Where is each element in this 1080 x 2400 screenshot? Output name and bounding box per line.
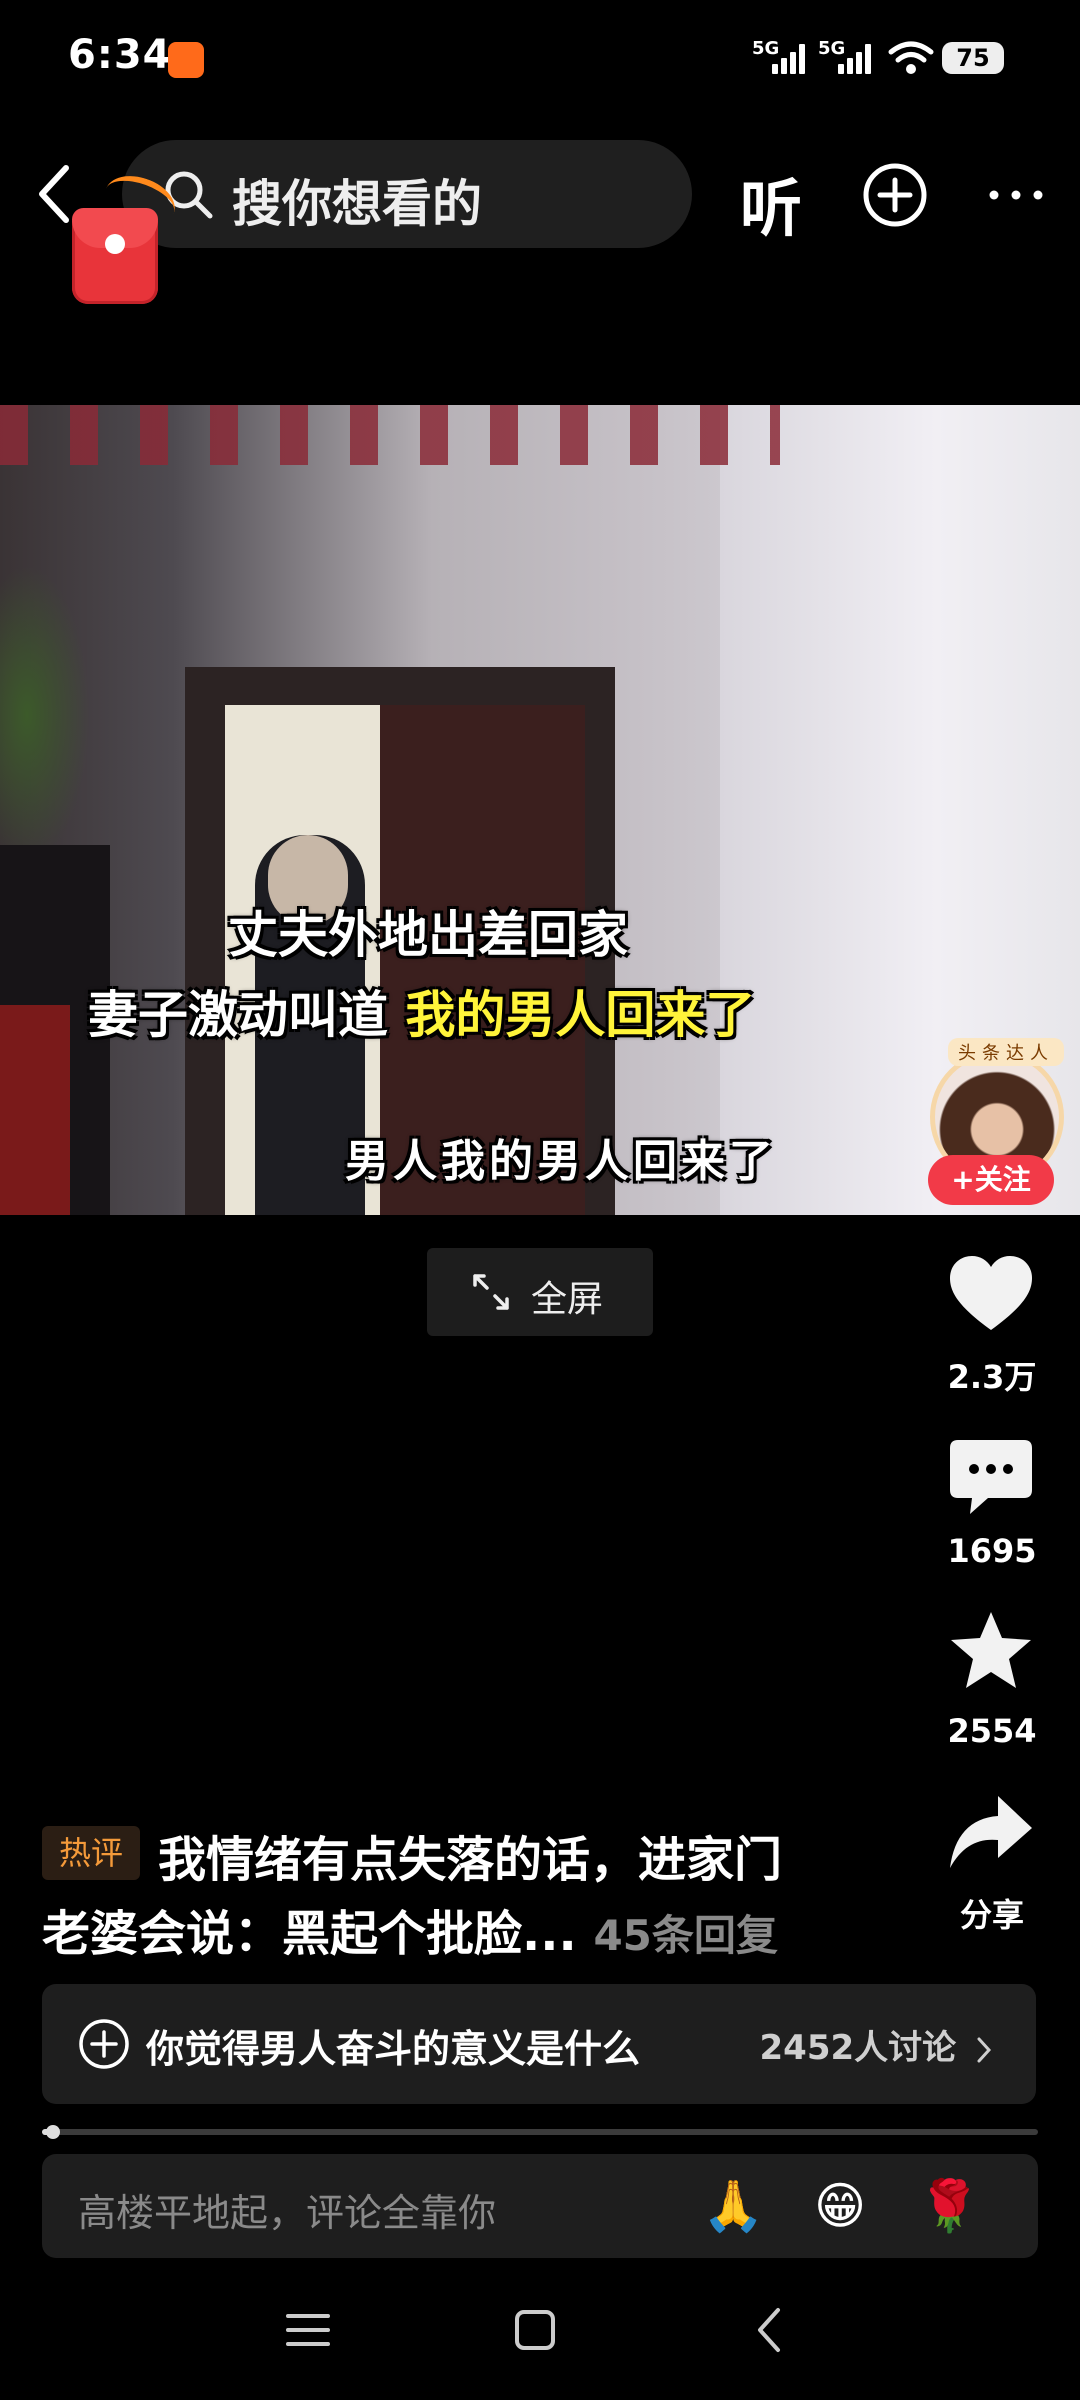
like-count: 2.3万 [947,1358,1037,1396]
pray-emoji-icon[interactable]: 🙏 [702,2176,764,2236]
discussion-topic[interactable]: 你觉得男人奋斗的意义是什么 2452人讨论 [42,1984,1036,2104]
video-subtitle-line1: 丈夫外地出差回家 [228,906,628,964]
app-notification-icon [168,42,204,78]
playback-progress-bar[interactable] [42,2125,1038,2139]
comment-icon[interactable] [948,1438,1034,1518]
status-time: 6:34 [68,32,172,78]
video-player[interactable]: 丈夫外地出差回家 妻子激动叫道 我的男人回来了 男人我的男人回来了 [0,405,1080,1215]
hot-comment-line1[interactable]: 我情绪有点失落的话，进家门 [158,1820,782,1890]
hot-comment-text: 老婆会说：黑起个批脸... [42,1906,577,1962]
status-bar: 6:34 5G 5G 75 [0,0,1080,120]
menu-nav-icon[interactable] [284,2300,332,2360]
plus-circle-small-icon [79,2019,129,2069]
like-heart-icon[interactable] [948,1254,1034,1334]
creator-badge: 头条达人 [948,1038,1064,1066]
topic-count: 2452人讨论 [760,2020,994,2069]
video-subtitle-line2: 妻子激动叫道 我的男人回来了 [88,975,755,1047]
battery-indicator: 75 [942,42,1004,74]
signal-2-icon [838,40,871,74]
hot-comment-line2[interactable]: 老婆会说：黑起个批脸... 45条回复 [42,1894,778,1964]
share-label[interactable]: 分享 [900,1890,1080,1936]
share-arrow-icon[interactable] [948,1792,1034,1872]
progress-handle[interactable] [46,2125,60,2139]
fullscreen-label: 全屏 [531,1279,604,1320]
back-nav-icon[interactable] [748,2300,788,2360]
decorative-banner [0,405,780,465]
chevron-right-icon [977,2037,992,2062]
red-packet-icon[interactable] [72,208,158,304]
grin-emoji-icon[interactable]: 😁 [810,2176,870,2236]
home-nav-icon[interactable] [512,2300,558,2360]
search-placeholder: 搜你想看的 [232,175,482,233]
favorite-count: 2554 [947,1712,1037,1750]
topic-title: 你觉得男人奋斗的意义是什么 [146,2027,641,2071]
video-subtitle-line2-prefix: 妻子激动叫道 [88,986,388,1044]
wifi-icon [888,41,934,74]
more-dots-icon[interactable] [986,185,1046,205]
rose-emoji-icon[interactable]: 🌹 [918,2176,980,2236]
video-subtitle-highlight: 我的男人回来了 [405,986,756,1044]
reply-count[interactable]: 45条回复 [593,1911,777,1960]
fullscreen-button[interactable]: 全屏 [427,1248,653,1336]
comment-input[interactable]: 高楼平地起，评论全靠你 🙏 😁 🌹 [42,2154,1038,2258]
follow-button[interactable]: +关注 [928,1155,1054,1205]
plus-circle-icon[interactable] [862,162,928,228]
video-caption: 男人我的男人回来了 [345,1136,777,1187]
signal-1-icon [772,40,805,74]
back-arrow-icon[interactable] [30,160,78,228]
hot-comment-tag: 热评 [42,1826,140,1880]
comment-count: 1695 [947,1532,1037,1570]
favorite-star-icon[interactable] [948,1610,1034,1690]
search-bar[interactable]: 搜你想看的 [122,140,692,248]
listen-button[interactable]: 听 [740,158,802,248]
topic-count-text: 2452人讨论 [759,2028,957,2068]
comment-placeholder: 高楼平地起，评论全靠你 [78,2191,497,2235]
expand-icon [473,1274,509,1310]
